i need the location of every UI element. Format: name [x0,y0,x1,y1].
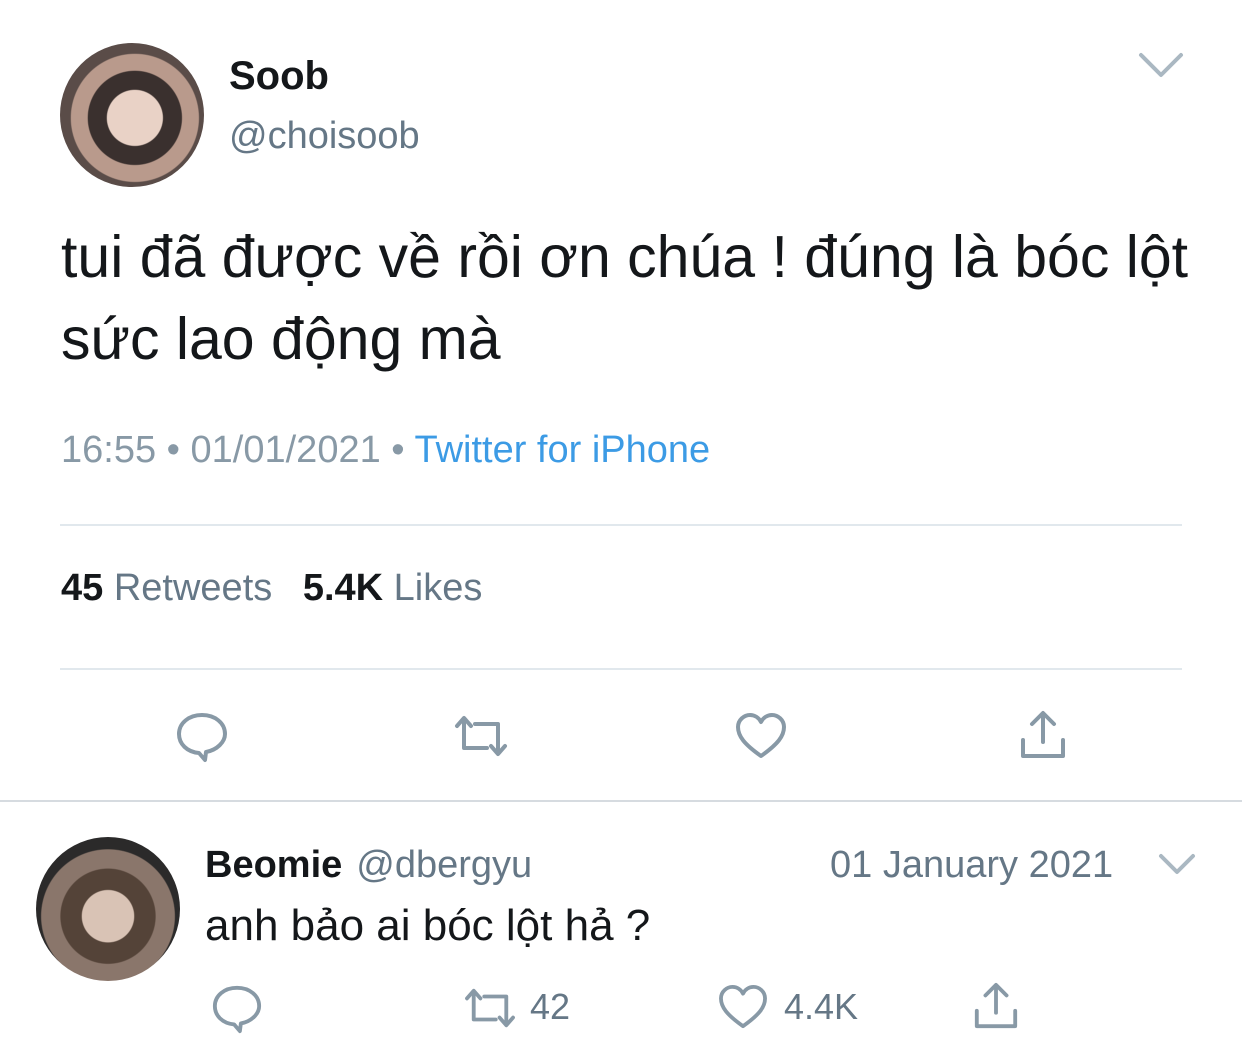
divider [0,800,1242,802]
like-icon[interactable] [716,984,770,1030]
share-icon[interactable] [972,982,1020,1030]
reply-like-count: 4.4K [784,986,859,1027]
retweet-icon[interactable] [453,712,509,760]
meta-separator: • [391,429,405,471]
tweet-meta: 16:55 • 01/01/2021 • Twitter for iPhone [61,427,710,473]
chevron-down-icon[interactable] [1138,50,1184,80]
reply-author-handle[interactable]: @dbergyu [356,844,532,886]
reply-icon[interactable] [210,983,264,1035]
tweet-text: tui đã được về rồi ơn chúa ! đúng là bóc… [61,224,1189,372]
divider [60,668,1182,670]
retweets-stat[interactable]: 45 Retweets [61,567,272,609]
divider [60,524,1182,526]
retweets-label: Retweets [113,567,273,609]
reply-retweet-count: 42 [530,986,571,1027]
likes-label: Likes [393,567,483,609]
reply-author-avatar[interactable] [36,837,180,981]
reply-header: Beomie @dbergyu [205,842,532,888]
retweets-count: 45 [61,567,104,609]
share-icon[interactable] [1018,710,1068,760]
author-name[interactable]: Soob [229,53,329,99]
reply-text: anh bảo ai bóc lột hả ? [205,901,651,950]
likes-count: 5.4K [302,567,384,609]
author-handle[interactable]: @choisoob [229,114,420,158]
meta-separator: • [166,429,180,471]
likes-stat[interactable]: 5.4K Likes [303,567,483,609]
tweet-source-link[interactable]: Twitter for iPhone [414,429,710,471]
reply-icon[interactable] [175,710,229,764]
retweet-icon[interactable] [462,985,518,1031]
tweet-time: 16:55 [61,429,157,471]
author-avatar[interactable] [60,43,204,187]
tweet-stats: 45 Retweets 5.4K Likes [61,565,482,611]
like-icon[interactable] [734,712,788,760]
chevron-down-icon[interactable] [1158,852,1196,876]
tweet-date: 01/01/2021 [190,429,381,471]
reply-date: 01 January 2021 [830,844,1114,886]
reply-author-name[interactable]: Beomie [205,844,342,886]
